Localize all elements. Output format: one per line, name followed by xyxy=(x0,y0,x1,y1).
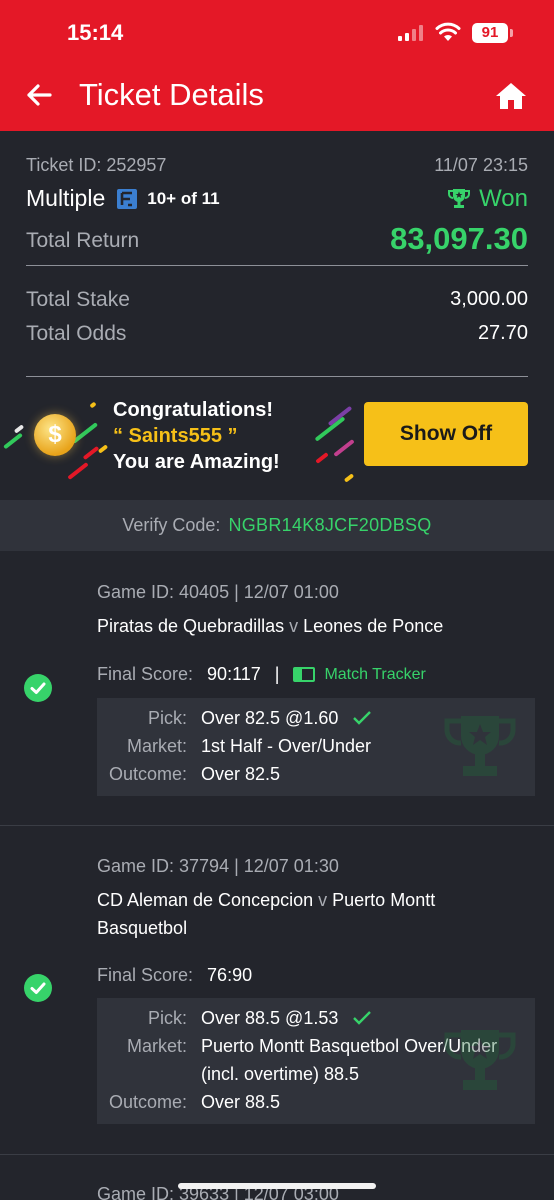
pick-value: Over 82.5 @1.60 xyxy=(201,708,339,728)
home-indicator[interactable] xyxy=(178,1183,376,1189)
trophy-watermark-icon xyxy=(444,1030,516,1090)
status-badge: Won xyxy=(447,185,528,213)
final-score: 76:90 xyxy=(207,965,253,985)
home-team: Piratas de Quebradillas xyxy=(97,616,285,636)
match-tracker-label: Match Tracker xyxy=(324,665,426,683)
outcome-row: Outcome: Over 88.5 xyxy=(97,1088,535,1116)
checkmark-icon xyxy=(353,1011,372,1025)
trophy-icon xyxy=(448,189,471,208)
total-odds-value: 27.70 xyxy=(477,322,528,344)
bet-selection: Game ID: 39633 | 12/07 03:00 xyxy=(0,1155,554,1200)
back-arrow-icon[interactable] xyxy=(24,80,54,110)
verify-label: Verify Code: xyxy=(122,515,221,535)
pick-details: Pick: Over 88.5 @1.53 Market: Puerto Mon… xyxy=(97,998,535,1124)
flexi-badge-icon xyxy=(117,188,138,209)
final-score-label: Final Score: xyxy=(97,664,194,684)
congrats-username: “ Saints555 ” xyxy=(113,425,238,447)
final-score-row: Final Score: 76:90 xyxy=(97,965,252,986)
app-header: 15:14 91 Ticket Details xyxy=(0,0,554,131)
outcome-value: Over 82.5 xyxy=(201,764,281,784)
ticket-type-row: Multiple 10+ of 11 Won xyxy=(26,185,528,212)
pick-value: Over 88.5 @1.53 xyxy=(201,1008,339,1028)
verify-code-bar: Verify Code: NGBR14K8JCF20DBSQ xyxy=(0,500,554,551)
ticket-summary: Ticket ID: 252957 11/07 23:15 Multiple 1… xyxy=(0,131,554,500)
check-circle-icon xyxy=(24,974,52,1002)
versus-label: v xyxy=(318,890,328,910)
match-name[interactable]: Piratas de Quebradillas v Leones de Ponc… xyxy=(97,612,517,640)
market-label: Market: xyxy=(126,736,187,756)
final-score-row: Final Score: 90:117 | Match Tracker xyxy=(97,664,426,685)
match-name[interactable]: CD Aleman de Concepcion v Puerto Montt B… xyxy=(97,886,497,942)
versus-label: v xyxy=(289,616,299,636)
total-return-value: 83,097.30 xyxy=(390,221,528,256)
final-score-label: Final Score: xyxy=(97,965,194,985)
page-title: Ticket Details xyxy=(79,77,264,112)
pick-details: Pick: Over 82.5 @1.60 Market: 1st Half -… xyxy=(97,698,535,796)
checkmark-icon xyxy=(353,711,372,725)
divider xyxy=(26,376,528,377)
match-tracker-icon xyxy=(293,667,316,682)
congrats-message: Congratulations! “ Saints555 ” You are A… xyxy=(113,397,280,475)
outcome-label: Outcome: xyxy=(108,1092,187,1112)
ticket-date: 11/07 23:15 xyxy=(434,155,528,175)
divider xyxy=(26,265,528,266)
trophy-watermark-icon xyxy=(444,716,516,776)
ticket-type: Multiple xyxy=(26,185,106,211)
total-stake-value: 3,000.00 xyxy=(450,288,528,310)
bet-selection: Game ID: 40405 | 12/07 01:00 Piratas de … xyxy=(0,551,554,825)
verify-code[interactable]: NGBR14K8JCF20DBSQ xyxy=(228,515,431,535)
bet-selection: Game ID: 37794 | 12/07 01:30 CD Aleman d… xyxy=(0,826,554,1154)
home-icon[interactable] xyxy=(495,80,527,112)
pick-label: Pick: xyxy=(147,1008,187,1028)
home-team: CD Aleman de Concepcion xyxy=(97,890,314,910)
outcome-value: Over 88.5 xyxy=(201,1092,281,1112)
status-time: 15:14 xyxy=(67,20,124,45)
coin-icon: $ xyxy=(34,414,76,456)
battery-icon: 91 xyxy=(472,23,513,43)
pick-label: Pick: xyxy=(147,708,187,728)
game-id: Game ID: 37794 | 12/07 01:30 xyxy=(97,856,339,876)
market-label: Market: xyxy=(126,1036,187,1056)
cellular-signal-icon xyxy=(398,25,423,41)
check-circle-icon xyxy=(24,674,52,702)
wifi-icon xyxy=(435,22,461,41)
final-score: 90:117 xyxy=(207,664,261,684)
show-off-button[interactable]: Show Off xyxy=(364,402,528,466)
market-value: 1st Half - Over/Under xyxy=(201,736,372,756)
selection-count: 10+ of 11 xyxy=(147,188,220,208)
score-divider: | xyxy=(274,664,280,684)
match-tracker-link[interactable]: Match Tracker xyxy=(293,665,426,684)
game-id: Game ID: 40405 | 12/07 01:00 xyxy=(97,582,339,602)
congrats-line-3: You are Amazing! xyxy=(113,451,280,473)
congrats-line-1: Congratulations! xyxy=(113,399,273,421)
away-team: Leones de Ponce xyxy=(303,616,444,636)
outcome-label: Outcome: xyxy=(108,764,187,784)
status-text: Won xyxy=(479,185,528,212)
